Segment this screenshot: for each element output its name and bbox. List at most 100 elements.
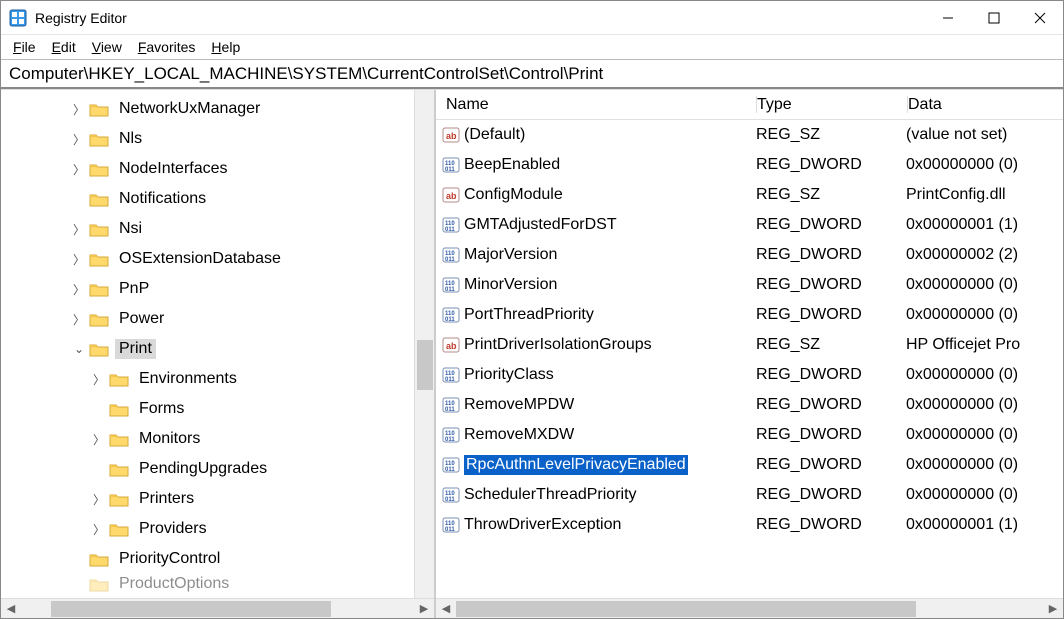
tree-item[interactable]: Notifications bbox=[1, 184, 434, 214]
tree-item[interactable]: Forms bbox=[1, 394, 434, 424]
value-name: PortThreadPriority bbox=[464, 306, 594, 324]
expand-icon[interactable]: 〉 bbox=[71, 161, 87, 178]
scrollbar-thumb[interactable] bbox=[417, 340, 433, 390]
folder-icon bbox=[109, 521, 129, 537]
value-row[interactable]: PrintDriverIsolationGroupsREG_SZHP Offic… bbox=[436, 330, 1063, 360]
scrollbar-thumb[interactable] bbox=[51, 601, 331, 617]
expand-icon[interactable]: 〉 bbox=[91, 521, 107, 538]
dword-value-icon bbox=[442, 216, 460, 234]
value-row[interactable]: ThrowDriverExceptionREG_DWORD0x00000001 … bbox=[436, 510, 1063, 540]
string-value-icon bbox=[442, 126, 460, 144]
expand-icon[interactable]: 〉 bbox=[91, 491, 107, 508]
folder-icon bbox=[89, 251, 109, 267]
tree-item[interactable]: 〉Providers bbox=[1, 514, 434, 544]
expand-icon[interactable]: 〉 bbox=[71, 221, 87, 238]
expand-icon[interactable]: 〉 bbox=[71, 101, 87, 118]
collapse-icon[interactable]: ⌄ bbox=[71, 342, 87, 356]
value-row[interactable]: PriorityClassREG_DWORD0x00000000 (0) bbox=[436, 360, 1063, 390]
folder-icon bbox=[89, 101, 109, 117]
values-horizontal-scrollbar[interactable]: ◀ ▶ bbox=[436, 598, 1063, 618]
folder-icon bbox=[89, 311, 109, 327]
registry-tree[interactable]: 〉NetworkUxManager〉Nls〉NodeInterfacesNoti… bbox=[1, 90, 434, 594]
folder-icon bbox=[89, 161, 109, 177]
dword-value-icon bbox=[442, 156, 460, 174]
maximize-button[interactable] bbox=[971, 2, 1017, 34]
tree-item[interactable]: 〉Nls bbox=[1, 124, 434, 154]
tree-item[interactable]: 〉 OSExtensionDatabase bbox=[1, 244, 434, 274]
scroll-left-icon[interactable]: ◀ bbox=[436, 599, 456, 619]
tree-item[interactable]: 〉NodeInterfaces bbox=[1, 154, 434, 184]
expand-icon[interactable]: 〉 bbox=[71, 311, 87, 328]
tree-item[interactable]: 〉Environments bbox=[1, 364, 434, 394]
scroll-left-icon[interactable]: ◀ bbox=[1, 599, 21, 619]
value-row[interactable]: (Default)REG_SZ(value not set) bbox=[436, 120, 1063, 150]
expand-icon[interactable]: 〉 bbox=[71, 281, 87, 298]
menu-favorites[interactable]: Favorites bbox=[130, 37, 204, 57]
folder-icon bbox=[89, 551, 109, 567]
tree-item[interactable]: 〉PnP bbox=[1, 274, 434, 304]
value-row[interactable]: BeepEnabledREG_DWORD0x00000000 (0) bbox=[436, 150, 1063, 180]
scrollbar-thumb[interactable] bbox=[456, 601, 916, 617]
column-header-name[interactable]: Name bbox=[436, 96, 756, 114]
tree-item[interactable]: ⌄ Print bbox=[1, 334, 434, 364]
expand-icon[interactable]: 〉 bbox=[71, 131, 87, 148]
folder-icon bbox=[89, 221, 109, 237]
folder-icon bbox=[109, 431, 129, 447]
folder-icon bbox=[89, 131, 109, 147]
menu-edit[interactable]: Edit bbox=[44, 37, 84, 57]
value-data: 0x00000001 (1) bbox=[906, 216, 1063, 234]
value-data: PrintConfig.dll bbox=[906, 186, 1063, 204]
tree-item[interactable]: 〉Power bbox=[1, 304, 434, 334]
dword-value-icon bbox=[442, 486, 460, 504]
tree-item[interactable]: 〉Nsi bbox=[1, 214, 434, 244]
value-row[interactable]: ConfigModuleREG_SZPrintConfig.dll bbox=[436, 180, 1063, 210]
tree-item[interactable]: 〉NetworkUxManager bbox=[1, 94, 434, 124]
values-pane: Name Type Data (Default)REG_SZ(value not… bbox=[436, 90, 1063, 618]
folder-icon bbox=[89, 341, 109, 357]
expand-icon[interactable]: 〉 bbox=[91, 431, 107, 448]
dword-value-icon bbox=[442, 246, 460, 264]
tree-item[interactable]: ProductOptions bbox=[1, 574, 434, 594]
column-header-data[interactable]: Data bbox=[908, 96, 1063, 114]
value-row[interactable]: GMTAdjustedForDSTREG_DWORD0x00000001 (1) bbox=[436, 210, 1063, 240]
scroll-right-icon[interactable]: ▶ bbox=[1043, 599, 1063, 619]
scroll-right-icon[interactable]: ▶ bbox=[414, 599, 434, 619]
value-data: 0x00000000 (0) bbox=[906, 426, 1063, 444]
tree-item-label: OSExtensionDatabase bbox=[115, 249, 285, 269]
value-name: MinorVersion bbox=[464, 276, 557, 294]
close-button[interactable] bbox=[1017, 2, 1063, 34]
value-row[interactable]: MinorVersionREG_DWORD0x00000000 (0) bbox=[436, 270, 1063, 300]
address-bar[interactable]: Computer\HKEY_LOCAL_MACHINE\SYSTEM\Curre… bbox=[1, 59, 1063, 89]
value-row[interactable]: RemoveMPDWREG_DWORD0x00000000 (0) bbox=[436, 390, 1063, 420]
menu-help[interactable]: Help bbox=[203, 37, 248, 57]
value-type: REG_DWORD bbox=[756, 426, 906, 444]
value-name: RemoveMXDW bbox=[464, 426, 574, 444]
expand-icon[interactable]: 〉 bbox=[71, 251, 87, 268]
value-type: REG_DWORD bbox=[756, 516, 906, 534]
value-row[interactable]: MajorVersionREG_DWORD0x00000002 (2) bbox=[436, 240, 1063, 270]
expand-icon[interactable]: 〉 bbox=[91, 371, 107, 388]
value-data: 0x00000000 (0) bbox=[906, 276, 1063, 294]
values-list[interactable]: (Default)REG_SZ(value not set)BeepEnable… bbox=[436, 120, 1063, 598]
value-name: ConfigModule bbox=[464, 186, 563, 204]
value-row[interactable]: PortThreadPriorityREG_DWORD0x00000000 (0… bbox=[436, 300, 1063, 330]
value-row[interactable]: RpcAuthnLevelPrivacyEnabledREG_DWORD0x00… bbox=[436, 450, 1063, 480]
tree-item[interactable]: 〉Printers bbox=[1, 484, 434, 514]
tree-vertical-scrollbar[interactable] bbox=[414, 90, 434, 598]
column-header-type[interactable]: Type bbox=[757, 96, 907, 114]
tree-item-label: Monitors bbox=[135, 429, 204, 449]
tree-item[interactable]: PendingUpgrades bbox=[1, 454, 434, 484]
value-row[interactable]: RemoveMXDW REG_DWORD0x00000000 (0) bbox=[436, 420, 1063, 450]
tree-item[interactable]: PriorityControl bbox=[1, 544, 434, 574]
menu-file[interactable]: File bbox=[5, 37, 44, 57]
value-row[interactable]: SchedulerThreadPriorityREG_DWORD0x000000… bbox=[436, 480, 1063, 510]
menu-view[interactable]: View bbox=[84, 37, 130, 57]
minimize-button[interactable] bbox=[925, 2, 971, 34]
tree-item-label: Print bbox=[115, 339, 156, 359]
tree-horizontal-scrollbar[interactable]: ◀ ▶ bbox=[1, 598, 434, 618]
value-name: RemoveMPDW bbox=[464, 396, 574, 414]
tree-item[interactable]: 〉 Monitors bbox=[1, 424, 434, 454]
tree-item-label: PendingUpgrades bbox=[135, 459, 271, 479]
value-type: REG_SZ bbox=[756, 126, 906, 144]
value-name: ThrowDriverException bbox=[464, 516, 621, 534]
